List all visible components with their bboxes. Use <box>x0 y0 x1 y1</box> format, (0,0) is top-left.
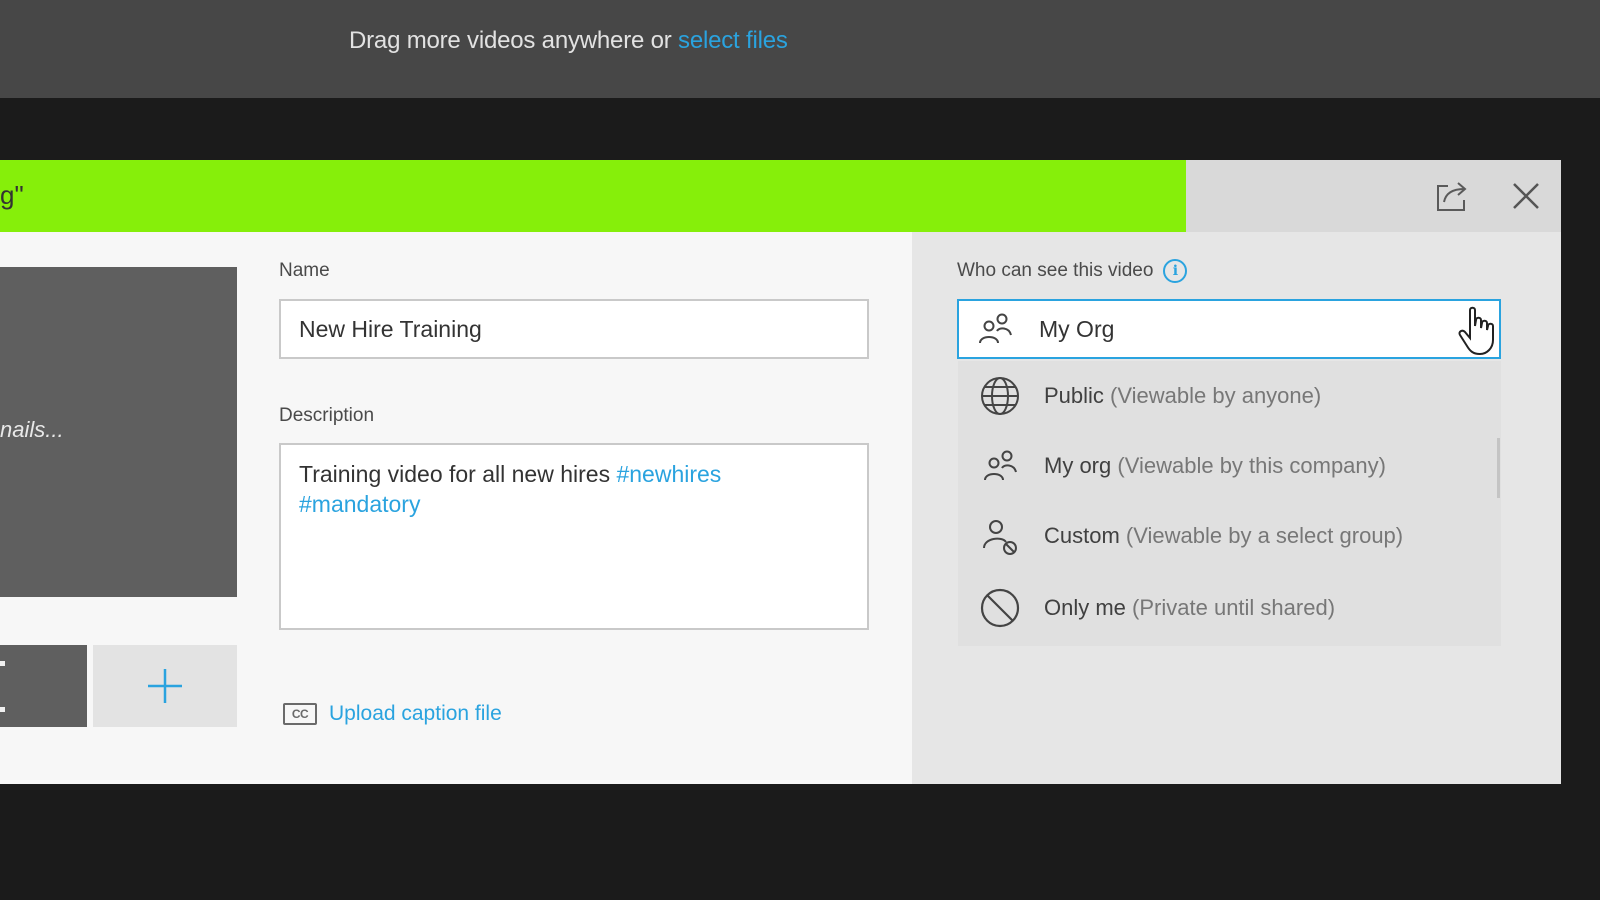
video-title-fragment: g" <box>0 180 24 210</box>
upload-caption-label: Upload caption file <box>329 702 502 725</box>
option-text: Only me (Private until shared) <box>1044 595 1335 621</box>
option-text: My org (Viewable by this company) <box>1044 453 1386 479</box>
visibility-option-my-org[interactable]: My org (Viewable by this company) <box>958 431 1501 501</box>
option-label: Custom <box>1044 523 1120 548</box>
visibility-option-custom[interactable]: Custom (Viewable by a select group) <box>958 501 1501 571</box>
people-icon <box>984 450 1017 481</box>
upload-panel: g" nails... Name Description Training vi… <box>0 160 1561 784</box>
dropdown-scrollbar[interactable] <box>1497 438 1500 498</box>
thumbnail-option[interactable] <box>0 645 87 727</box>
visibility-label-row: Who can see this video i <box>957 259 1188 283</box>
share-button[interactable] <box>1432 176 1472 216</box>
thumbnail-dot <box>0 661 5 666</box>
description-label: Description <box>279 405 375 426</box>
upload-progress-bar <box>0 160 1187 232</box>
globe-icon <box>981 377 1019 415</box>
visibility-label: Who can see this video <box>957 260 1154 281</box>
option-subtext: (Viewable by a select group) <box>1125 523 1404 548</box>
upload-progress-row: g" <box>0 160 1561 232</box>
select-files-link[interactable]: select files <box>678 27 788 54</box>
visibility-pane: Who can see this video i My Org Public (… <box>912 232 1561 784</box>
thumbnail-placeholder-text: nails... <box>0 417 64 442</box>
option-text: Public (Viewable by anyone) <box>1044 383 1321 409</box>
description-textarea[interactable]: Training video for all new hires #newhir… <box>279 443 869 630</box>
close-button[interactable] <box>1506 176 1546 216</box>
visibility-selected-value: My Org <box>1039 315 1115 342</box>
option-label: Only me <box>1044 595 1126 620</box>
hashtag-link[interactable]: #newhires <box>616 461 721 487</box>
upload-caption-link[interactable]: CC Upload caption file <box>283 702 502 726</box>
option-subtext: (Private until shared) <box>1132 595 1336 620</box>
visibility-option-public[interactable]: Public (Viewable by anyone) <box>958 361 1501 431</box>
name-label: Name <box>279 260 330 281</box>
description-text: Training video for all new hires <box>299 461 611 487</box>
top-bar: Drag more videos anywhere or select file… <box>0 0 1600 98</box>
plus-icon <box>148 669 182 703</box>
info-icon[interactable]: i <box>1163 259 1188 283</box>
custom-group-icon <box>983 520 1017 555</box>
close-icon <box>1513 183 1539 209</box>
option-text: Custom (Viewable by a select group) <box>1044 523 1403 549</box>
drag-text: Drag more videos anywhere or <box>349 27 672 54</box>
thumbnail-dot <box>0 707 5 712</box>
thumbnail-preview: nails... <box>0 267 237 597</box>
option-subtext: (Viewable by this company) <box>1117 453 1386 478</box>
hand-cursor-icon <box>1458 306 1494 356</box>
visibility-dropdown: Public (Viewable by anyone) My org (View… <box>958 361 1501 646</box>
option-label: Public <box>1044 383 1104 408</box>
closed-caption-icon: CC <box>283 703 317 725</box>
private-icon <box>980 588 1020 628</box>
visibility-select[interactable]: My Org <box>957 299 1501 359</box>
hashtag-link[interactable]: #mandatory <box>299 491 420 517</box>
drag-drop-hint: Drag more videos anywhere or select file… <box>349 27 788 55</box>
name-input[interactable] <box>279 299 869 359</box>
option-label: My org <box>1044 453 1112 478</box>
people-icon <box>979 313 1012 344</box>
visibility-option-only-me[interactable]: Only me (Private until shared) <box>958 573 1501 643</box>
add-thumbnail-button[interactable] <box>93 645 237 727</box>
share-icon <box>1437 182 1467 211</box>
option-subtext: (Viewable by anyone) <box>1110 383 1322 408</box>
